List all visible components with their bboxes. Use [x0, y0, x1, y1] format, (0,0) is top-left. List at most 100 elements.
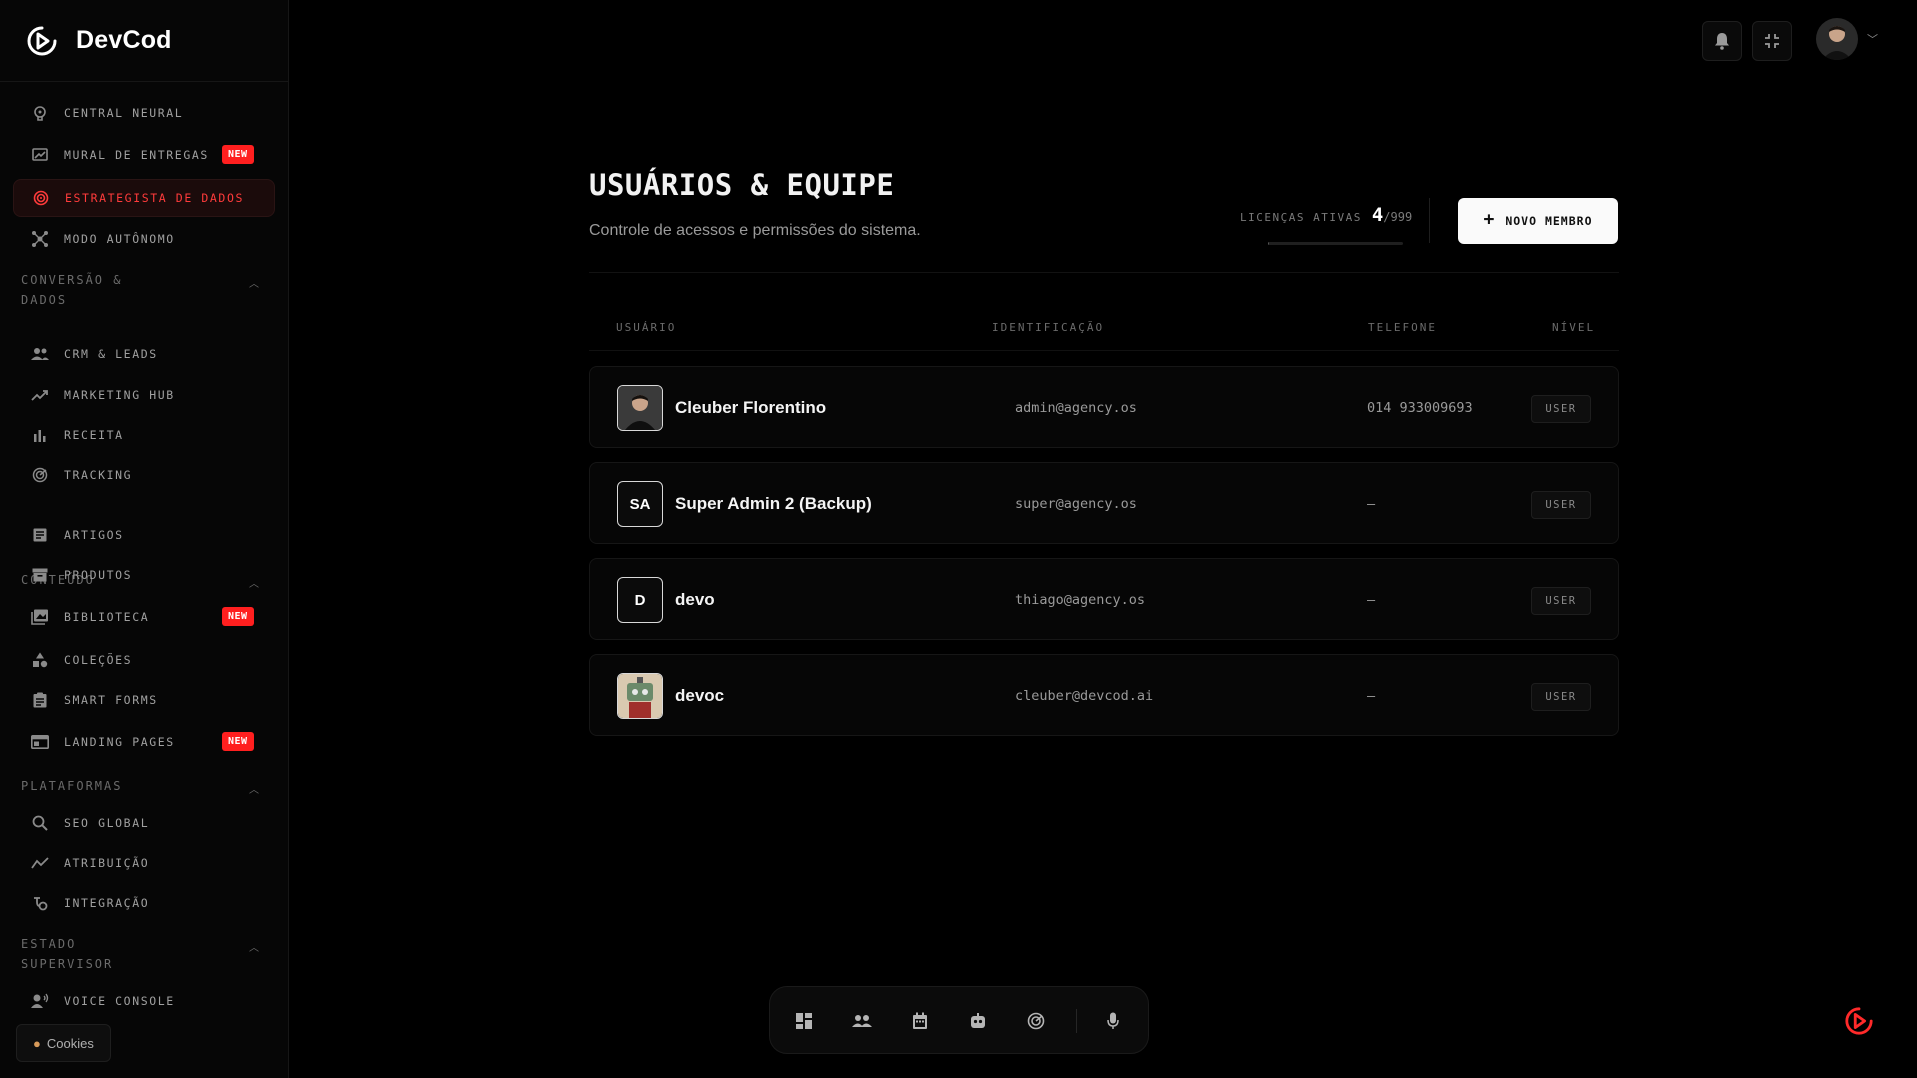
radar-icon	[1027, 1012, 1045, 1030]
section-plataformas[interactable]: PLATAFORMAS ︿	[21, 776, 271, 796]
sidebar-item-label: TRACKING	[64, 468, 133, 482]
box-icon	[30, 565, 50, 585]
sidebar-item-integracao[interactable]: INTEGRAÇÃO	[13, 884, 275, 922]
users-icon	[30, 344, 50, 364]
sidebar-item-atribuicao[interactable]: ATRIBUIÇÃO	[13, 844, 275, 882]
sidebar-item-label: MURAL DE ENTREGAS	[64, 148, 209, 162]
plus-icon: +	[1483, 209, 1496, 230]
licenses-total: /999	[1383, 210, 1413, 224]
user-name: Super Admin 2 (Backup)	[675, 494, 872, 513]
new-member-label: NOVO MEMBRO	[1505, 214, 1593, 228]
table-row[interactable]: D devo thiago@agency.os — USER	[589, 558, 1619, 640]
fullscreen-exit-button[interactable]	[1752, 21, 1792, 61]
table-row[interactable]: devoc cleuber@devcod.ai — USER	[589, 654, 1619, 736]
chevron-down-icon[interactable]: ﹀	[1867, 31, 1878, 47]
section-estado-supervisor[interactable]: ESTADO SUPERVISOR ︿	[21, 934, 271, 974]
brand-name: DevCod	[76, 26, 172, 54]
calendar-dock-button[interactable]	[908, 1009, 932, 1033]
radar-icon	[30, 465, 50, 485]
sidebar-item-mural-de-entregas[interactable]: MURAL DE ENTREGAS NEW	[13, 136, 275, 174]
column-header-phone[interactable]: TELEFONE	[1368, 321, 1437, 334]
line-chart-icon	[30, 853, 50, 873]
robot-avatar-icon	[618, 674, 662, 718]
licenses-active: 4	[1371, 204, 1384, 226]
header-divider	[1429, 198, 1430, 243]
sidebar-item-label: VOICE CONSOLE	[64, 994, 175, 1008]
web-icon	[30, 732, 50, 752]
new-badge: NEW	[222, 145, 254, 164]
microphone-dock-button[interactable]	[1101, 1009, 1125, 1033]
table-row[interactable]: SA Super Admin 2 (Backup) super@agency.o…	[589, 462, 1619, 544]
user-name: devo	[675, 590, 715, 609]
sidebar-item-colecoes[interactable]: COLEÇÕES	[13, 641, 275, 679]
sidebar-item-biblioteca[interactable]: BIBLIOTECA NEW	[13, 598, 275, 636]
licenses-label: LICENÇAS ATIVAS	[1240, 211, 1362, 224]
new-member-button[interactable]: + NOVO MEMBRO	[1458, 198, 1618, 244]
licenses-progress-bar	[1268, 242, 1403, 245]
sidebar-item-label: MARKETING HUB	[64, 388, 175, 402]
user-name: devoc	[675, 686, 725, 705]
sidebar-item-label: ATRIBUIÇÃO	[64, 856, 150, 870]
sidebar-item-tracking[interactable]: TRACKING	[13, 456, 275, 494]
dashboard-icon	[796, 1013, 812, 1029]
header-separator	[589, 272, 1619, 273]
user-phone: 014 933009693	[1367, 400, 1473, 416]
user-level-badge: USER	[1531, 491, 1591, 519]
user-photo-icon	[618, 386, 662, 430]
sidebar-item-central-neural[interactable]: CENTRAL NEURAL	[13, 94, 275, 132]
cookies-label: Cookies	[46, 1035, 94, 1051]
sidebar-item-receita[interactable]: RECEITA	[13, 416, 275, 454]
sidebar-item-landing-pages[interactable]: LANDING PAGES NEW	[13, 723, 275, 761]
user-avatar[interactable]	[1816, 18, 1858, 60]
section-label: PLATAFORMAS	[21, 779, 123, 793]
brain-icon	[30, 103, 50, 123]
chevron-up-icon: ︿	[249, 943, 259, 954]
page-title: USUÁRIOS & EQUIPE	[589, 168, 895, 202]
assistant-logo-icon[interactable]	[1844, 1006, 1874, 1036]
column-header-user[interactable]: USUÁRIO	[616, 321, 676, 334]
devcod-logo-icon	[27, 26, 57, 55]
user-email: cleuber@devcod.ai	[1015, 688, 1154, 704]
sidebar-item-marketing-hub[interactable]: MARKETING HUB	[13, 376, 275, 414]
plug-icon	[30, 893, 50, 913]
sidebar-item-modo-autonomo[interactable]: MODO AUTÔNOMO	[13, 220, 275, 258]
search-icon	[30, 813, 50, 833]
table-row[interactable]: Cleuber Florentino admin@agency.os 014 9…	[589, 366, 1619, 448]
sidebar-item-seo-global[interactable]: SEO GLOBAL	[13, 804, 275, 842]
radar-dock-button[interactable]	[1024, 1009, 1048, 1033]
voice-icon	[30, 991, 50, 1011]
sidebar-item-label: RECEITA	[64, 428, 124, 442]
sidebar-item-label: CRM & LEADS	[64, 347, 158, 361]
sidebar-item-estrategista-de-dados[interactable]: ESTRATEGISTA DE DADOS	[13, 179, 275, 217]
chevron-up-icon: ︿	[249, 785, 259, 796]
sidebar-item-artigos[interactable]: ARTIGOS	[13, 516, 275, 554]
cookies-button[interactable]: ● Cookies	[16, 1024, 111, 1062]
user-avatar: D	[617, 577, 663, 623]
users-dock-button[interactable]	[850, 1009, 874, 1033]
board-icon	[30, 145, 50, 165]
sidebar-item-label: PRODUTOS	[64, 568, 133, 582]
section-label: CONVERSÃO & DADOS	[21, 273, 123, 307]
dashboard-dock-button[interactable]	[792, 1009, 816, 1033]
robot-icon	[971, 1013, 985, 1028]
sidebar-item-produtos[interactable]: PRODUTOS	[13, 556, 275, 594]
new-badge: NEW	[222, 732, 254, 751]
sidebar-item-smart-forms[interactable]: SMART FORMS	[13, 681, 275, 719]
sidebar-item-crm-leads[interactable]: CRM & LEADS	[13, 335, 275, 373]
user-phone: —	[1367, 688, 1376, 704]
robot-dock-button[interactable]	[966, 1009, 990, 1033]
user-email: super@agency.os	[1015, 496, 1137, 512]
section-label: ESTADO SUPERVISOR	[21, 937, 114, 971]
user-avatar	[617, 385, 663, 431]
cookie-icon: ●	[33, 1035, 41, 1051]
sidebar-item-voice-console[interactable]: VOICE CONSOLE	[13, 982, 275, 1020]
column-header-level[interactable]: NÍVEL	[1552, 321, 1595, 334]
notifications-button[interactable]	[1702, 21, 1742, 61]
user-phone: —	[1367, 496, 1376, 512]
column-header-identification[interactable]: IDENTIFICAÇÃO	[992, 321, 1104, 334]
section-conversao-dados[interactable]: CONVERSÃO & DADOS ︿	[21, 270, 271, 310]
brand[interactable]: DevCod	[0, 0, 288, 82]
user-avatar: SA	[617, 481, 663, 527]
users-icon	[852, 1015, 872, 1027]
article-icon	[30, 525, 50, 545]
